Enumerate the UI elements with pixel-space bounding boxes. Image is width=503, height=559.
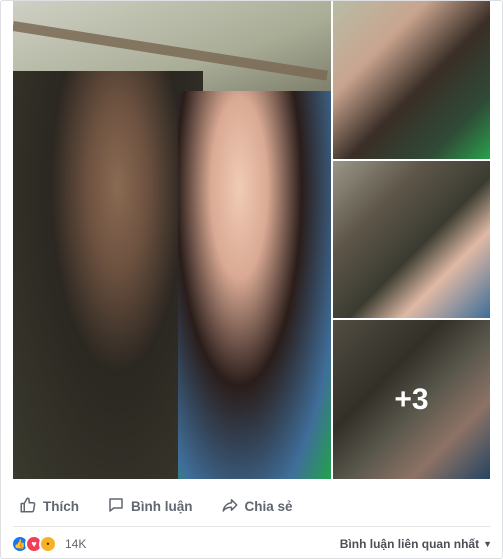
more-photos-count[interactable]: +3 (333, 320, 490, 479)
thumbs-up-icon (19, 496, 37, 517)
photo-main[interactable] (13, 1, 331, 479)
photo-thumbnail-3[interactable]: +3 (333, 320, 490, 479)
photo-thumbnail-2[interactable] (333, 161, 490, 318)
photo-person-woman (178, 91, 331, 479)
reaction-icons: 👍 ♥ • (11, 535, 57, 553)
like-button[interactable]: Thích (13, 492, 85, 521)
comment-bubble-icon (107, 496, 125, 517)
share-button[interactable]: Chia sẻ (215, 492, 299, 521)
share-arrow-icon (221, 496, 239, 517)
comment-sort-dropdown[interactable]: Bình luận liên quan nhất ▼ (340, 537, 492, 551)
photo-grid: +3 (13, 1, 490, 479)
action-bar: Thích Bình luận Chia sẻ (13, 489, 490, 523)
reaction-count: 14K (65, 537, 87, 551)
photo-thumbnail-1[interactable] (333, 1, 490, 159)
post-footer: 👍 ♥ • 14K Bình luận liên quan nhất ▼ (1, 528, 503, 559)
divider (13, 526, 490, 527)
comment-label: Bình luận (131, 498, 193, 514)
like-label: Thích (43, 498, 79, 514)
comment-button[interactable]: Bình luận (101, 492, 199, 521)
share-label: Chia sẻ (244, 498, 293, 514)
reactions-summary[interactable]: 👍 ♥ • 14K (11, 535, 86, 553)
post-card: +3 Thích Bình luận Chia sẻ 👍 ♥ • 14K Bìn… (0, 0, 503, 559)
photo-person-man (13, 71, 203, 479)
caret-down-icon: ▼ (483, 539, 492, 549)
comment-sort-label: Bình luận liên quan nhất (339, 537, 480, 551)
wow-reaction-icon: • (39, 535, 57, 553)
